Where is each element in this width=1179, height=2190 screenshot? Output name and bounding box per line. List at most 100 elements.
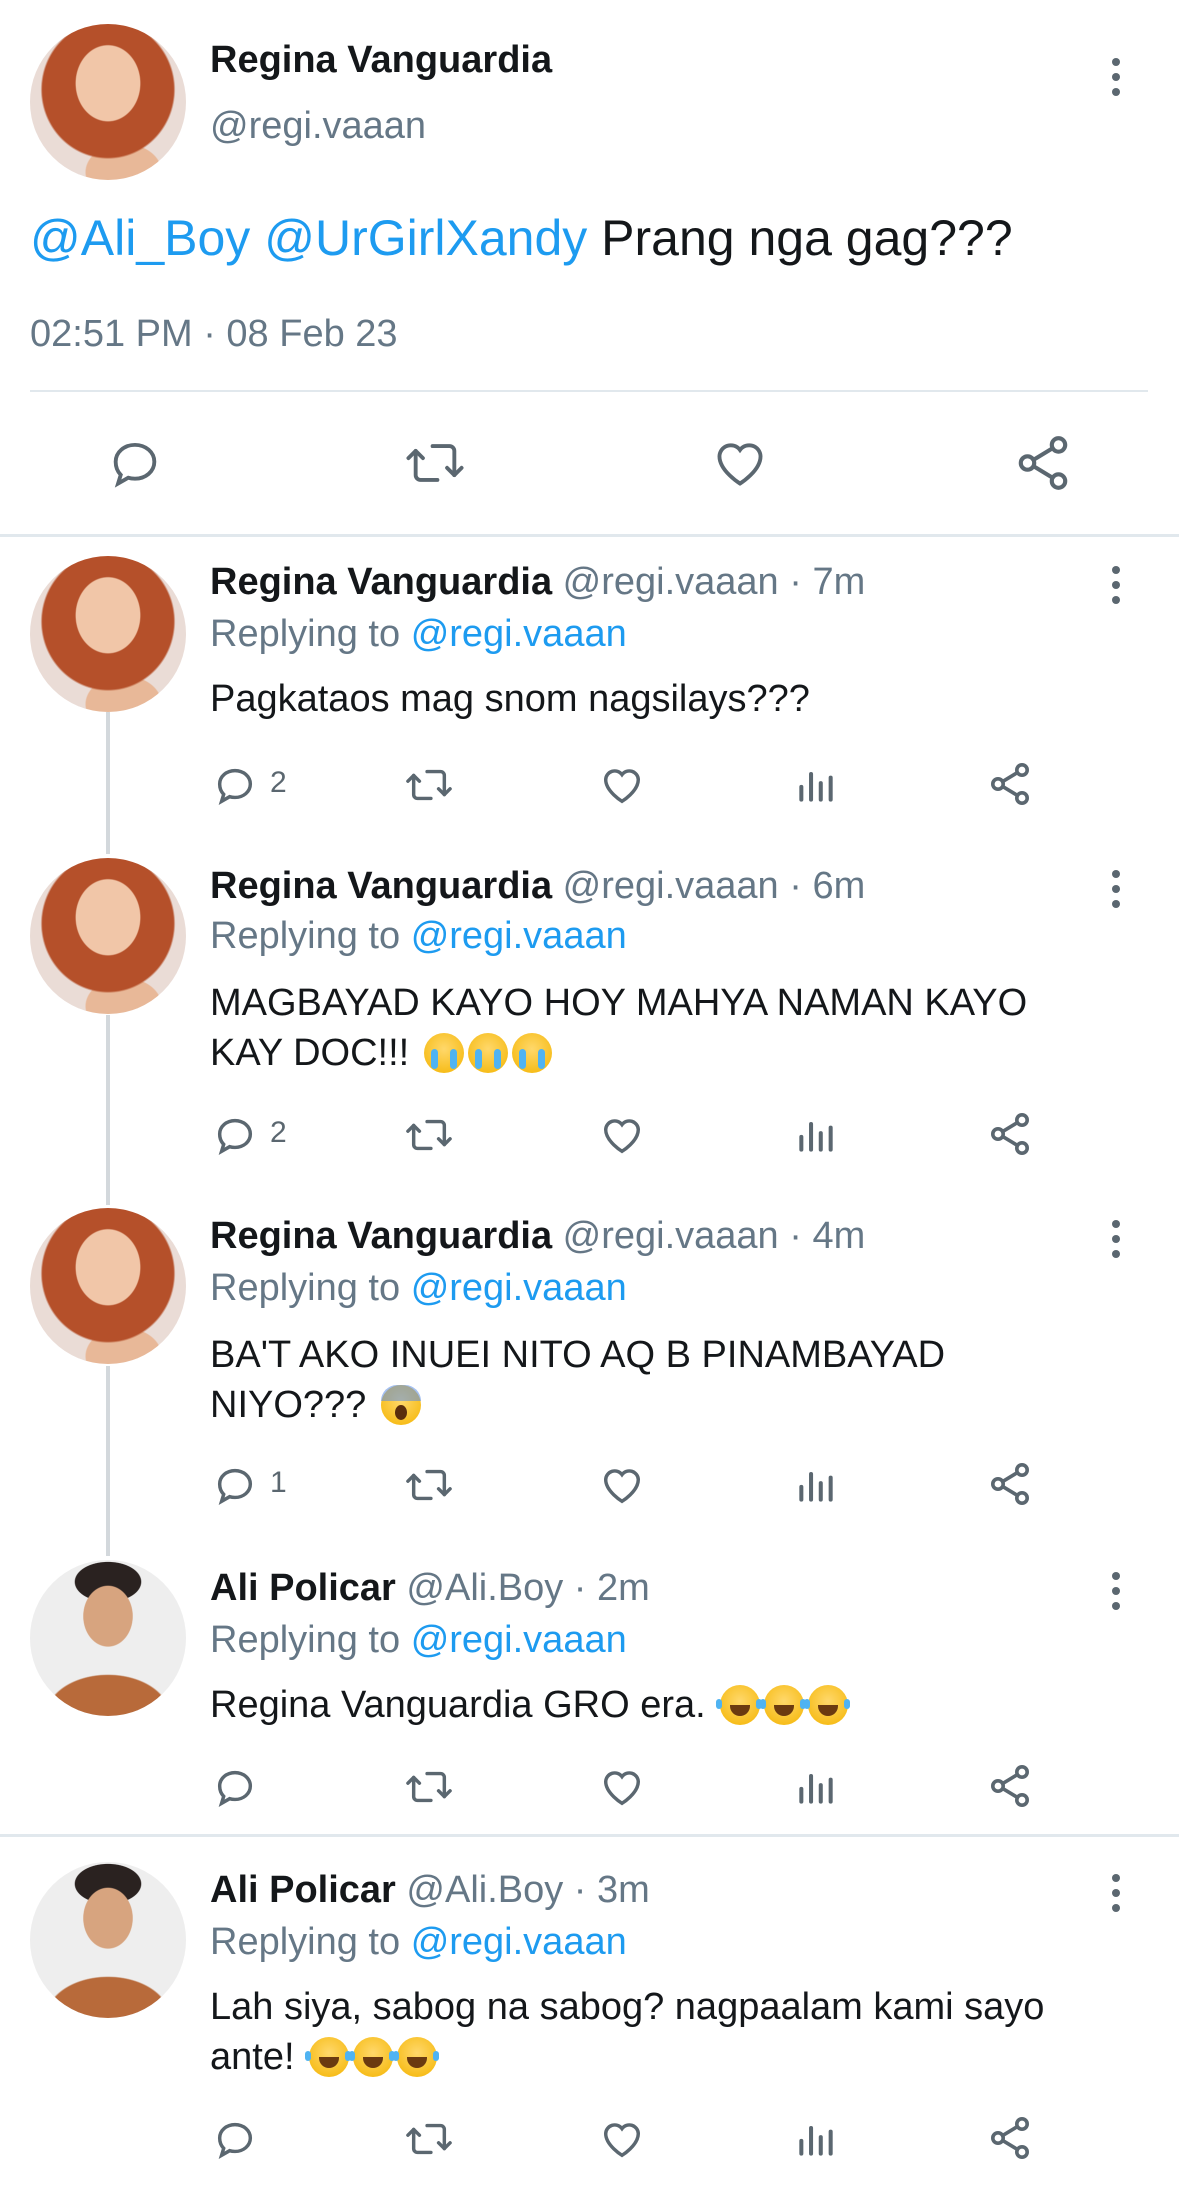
mention-link[interactable]: @Ali_Boy — [30, 210, 250, 266]
thread-line — [106, 1366, 110, 1556]
reply-icon[interactable] — [106, 434, 164, 492]
avatar[interactable] — [30, 1862, 186, 2018]
crying-emoji-icon — [423, 1033, 464, 1073]
laughing-emoji-icon — [716, 1685, 761, 1725]
like-icon[interactable] — [598, 762, 646, 808]
replying-label: Replying to — [210, 613, 401, 655]
more-options-icon[interactable] — [1110, 870, 1122, 915]
share-icon[interactable] — [986, 2114, 1034, 2162]
reply-text: BA'T AKO INUEI NITO AQ B PINAMBAYAD NIYO… — [210, 1330, 945, 1430]
divider — [0, 534, 1179, 537]
more-options-icon[interactable] — [1110, 566, 1122, 611]
retweet-icon[interactable] — [402, 1462, 456, 1508]
replying-handle[interactable]: @regi.vaaan — [411, 1619, 627, 1661]
replying-to: Replying to @regi.vaaan — [210, 1618, 627, 1662]
crying-emoji-icon — [511, 1033, 552, 1073]
reply-text-line: BA'T AKO INUEI NITO AQ B PINAMBAYAD — [210, 1334, 946, 1376]
analytics-icon[interactable] — [794, 762, 838, 808]
laughing-emoji-icon — [760, 1685, 805, 1725]
reply-text: Lah siya, sabog na sabog? nagpaalam kami… — [210, 1982, 1044, 2082]
retweet-icon[interactable] — [402, 434, 468, 492]
more-options-icon[interactable] — [1110, 1874, 1122, 1919]
reply-header: Ali Policar @Ali.Boy · 3m — [210, 1868, 650, 1912]
screaming-emoji-icon — [380, 1385, 421, 1425]
retweet-icon[interactable] — [402, 762, 456, 808]
analytics-icon[interactable] — [794, 1764, 838, 1810]
reply-header: Regina Vanguardia @regi.vaaan · 6m — [210, 864, 865, 908]
divider — [0, 1834, 1179, 1837]
like-icon[interactable] — [598, 1462, 646, 1508]
share-icon[interactable] — [1012, 432, 1074, 494]
share-icon[interactable] — [986, 1762, 1034, 1810]
author-name[interactable]: Regina Vanguardia — [210, 1215, 552, 1257]
share-icon[interactable] — [986, 760, 1034, 808]
reply-header: Regina Vanguardia @regi.vaaan · 7m — [210, 560, 865, 604]
reply-text: MAGBAYAD KAYO HOY MAHYA NAMAN KAYO KAY D… — [210, 978, 1027, 1078]
share-icon[interactable] — [986, 1110, 1034, 1158]
replying-handle[interactable]: @regi.vaaan — [411, 613, 627, 655]
reply-text-line: MAGBAYAD KAYO HOY MAHYA NAMAN KAYO — [210, 982, 1028, 1024]
reply-count: 2 — [270, 766, 287, 799]
replying-label: Replying to — [210, 915, 401, 957]
handle-time: @Ali.Boy · 2m — [406, 1567, 650, 1609]
retweet-icon[interactable] — [402, 2116, 456, 2162]
mention-link[interactable]: @UrGirlXandy — [264, 210, 587, 266]
reply-header: Ali Policar @Ali.Boy · 2m — [210, 1566, 650, 1610]
replying-handle[interactable]: @regi.vaaan — [411, 915, 627, 957]
author-name[interactable]: Ali Policar — [210, 1567, 396, 1609]
reply-text-line: NIYO??? — [210, 1380, 945, 1430]
like-icon[interactable] — [598, 1764, 646, 1810]
reply-icon[interactable] — [212, 1462, 258, 1508]
share-icon[interactable] — [986, 1460, 1034, 1508]
handle-time: @regi.vaaan · 6m — [562, 865, 866, 907]
replying-label: Replying to — [210, 1921, 401, 1963]
like-icon[interactable] — [710, 434, 770, 492]
reply-icon[interactable] — [212, 2116, 258, 2162]
author-name[interactable]: Regina Vanguardia — [210, 561, 552, 603]
crying-emoji-icon — [467, 1033, 508, 1073]
reply-text-line: Lah siya, sabog na sabog? nagpaalam kami… — [210, 1986, 1045, 2028]
handle-time: @Ali.Boy · 3m — [406, 1869, 650, 1911]
author-name[interactable]: Regina Vanguardia — [210, 865, 552, 907]
analytics-icon[interactable] — [794, 1462, 838, 1508]
author-name[interactable]: Ali Policar — [210, 1869, 396, 1911]
replying-to: Replying to @regi.vaaan — [210, 612, 627, 656]
analytics-icon[interactable] — [794, 2116, 838, 2162]
replying-handle[interactable]: @regi.vaaan — [411, 1921, 627, 1963]
avatar[interactable] — [30, 24, 186, 180]
retweet-icon[interactable] — [402, 1764, 456, 1810]
more-options-icon[interactable] — [1110, 1572, 1122, 1617]
reply-count: 1 — [270, 1466, 287, 1499]
avatar[interactable] — [30, 1560, 186, 1716]
avatar[interactable] — [30, 858, 186, 1014]
laughing-emoji-icon — [305, 2037, 350, 2077]
tweet-text: @Ali_Boy @UrGirlXandy Prang nga gag??? — [30, 208, 1013, 268]
reply-icon[interactable] — [212, 1764, 258, 1810]
reply-text: Regina Vanguardia GRO era. — [210, 1680, 849, 1730]
reply-count: 2 — [270, 1116, 287, 1149]
replying-to: Replying to @regi.vaaan — [210, 914, 627, 958]
replying-to: Replying to @regi.vaaan — [210, 1266, 627, 1310]
author-handle[interactable]: @regi.vaaan — [210, 104, 426, 148]
more-options-icon[interactable] — [1110, 58, 1122, 103]
laughing-emoji-icon — [393, 2037, 438, 2077]
reply-text: Pagkataos mag snom nagsilays??? — [210, 678, 810, 720]
thread-line — [106, 1015, 110, 1205]
like-icon[interactable] — [598, 2116, 646, 2162]
tweet-timestamp: 02:51 PM · 08 Feb 23 — [30, 313, 398, 355]
like-icon[interactable] — [598, 1112, 646, 1158]
more-options-icon[interactable] — [1110, 1220, 1122, 1265]
retweet-icon[interactable] — [402, 1112, 456, 1158]
tweet-body: Prang nga gag??? — [601, 210, 1013, 266]
author-name[interactable]: Regina Vanguardia — [210, 38, 552, 82]
reply-icon[interactable] — [212, 1112, 258, 1158]
reply-text-line: ante! — [210, 2032, 1044, 2082]
replying-handle[interactable]: @regi.vaaan — [411, 1267, 627, 1309]
handle-time: @regi.vaaan · 7m — [562, 561, 866, 603]
replying-to: Replying to @regi.vaaan — [210, 1920, 627, 1964]
reply-icon[interactable] — [212, 762, 258, 808]
avatar[interactable] — [30, 556, 186, 712]
analytics-icon[interactable] — [794, 1112, 838, 1158]
avatar[interactable] — [30, 1208, 186, 1364]
handle-time: @regi.vaaan · 4m — [562, 1215, 866, 1257]
